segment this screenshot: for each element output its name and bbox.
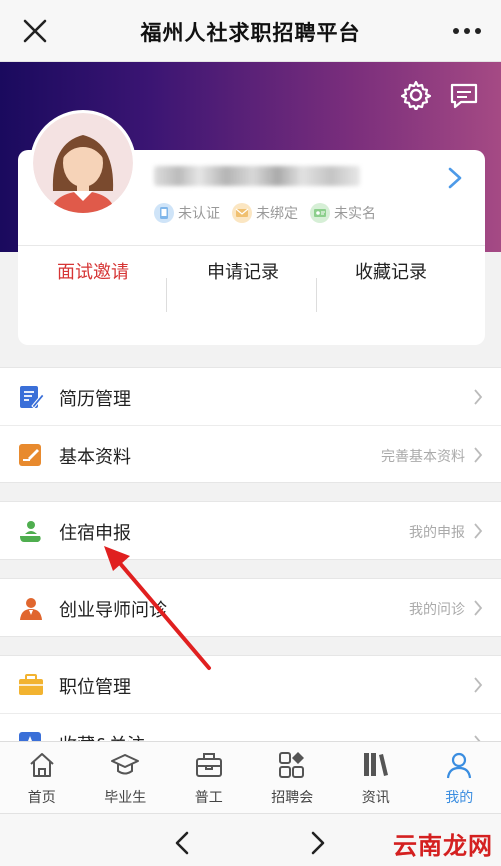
chevron-right-icon: [474, 389, 483, 405]
browser-nav-bar: 云南龙网: [0, 813, 501, 866]
tab-home[interactable]: 首页: [0, 742, 84, 813]
menu-label: 住宿申报: [59, 523, 131, 544]
menu-hint: 我的申报: [409, 525, 465, 541]
menu-label: 创业导师问诊: [59, 600, 167, 621]
menu-item-position-management[interactable]: 职位管理: [0, 656, 501, 713]
stat-application-records[interactable]: 申请记录: [168, 258, 318, 284]
tab-label: 首页: [27, 790, 56, 806]
menu-label: 基本资料: [59, 447, 131, 468]
menu-label: 职位管理: [59, 677, 131, 698]
card-divider: [18, 245, 485, 246]
settings-gear-icon[interactable]: [401, 80, 431, 110]
badge-label: 未绑定: [256, 206, 298, 222]
chevron-right-icon: [474, 523, 483, 539]
tab-label: 招聘会: [271, 790, 314, 806]
tab-label: 我的: [445, 790, 474, 806]
menu-item-accommodation-declaration[interactable]: 住宿申报 我的申报: [0, 502, 501, 559]
chevron-right-icon: [474, 677, 483, 693]
badge-label: 未实名: [334, 206, 376, 222]
tab-label: 资讯: [361, 790, 390, 806]
briefcase-icon: [19, 674, 43, 695]
toolbox-icon: [195, 753, 222, 777]
menu-label: 简历管理: [59, 389, 131, 410]
tab-graduates[interactable]: 毕业生: [84, 742, 168, 813]
menu-group-profile: 简历管理 基本资料 完善基本资料: [0, 367, 501, 483]
badge-certification[interactable]: 未认证: [154, 203, 220, 223]
tab-label: 毕业生: [104, 790, 147, 806]
chevron-right-icon[interactable]: [447, 166, 463, 190]
bottom-tab-bar: 首页 毕业生 普工 招聘会 资讯 我的: [0, 741, 501, 813]
avatar[interactable]: [30, 110, 136, 216]
person-icon: [447, 752, 472, 779]
home-icon: [30, 753, 54, 777]
chevron-right-icon: [474, 447, 483, 463]
phone-icon: [154, 203, 174, 223]
menu-item-startup-mentor[interactable]: 创业导师问诊 我的问诊: [0, 579, 501, 636]
edit-icon: [19, 444, 41, 466]
user-name-blurred: [154, 166, 360, 186]
title-bar: 福州人社求职招聘平台: [0, 0, 501, 62]
watermark: 云南龙网: [393, 831, 493, 860]
stat-interview-invites[interactable]: 面试邀请: [18, 258, 168, 284]
books-icon: [363, 753, 388, 776]
tab-general-workers[interactable]: 普工: [167, 742, 251, 813]
menu-hint: 完善基本资料: [381, 449, 465, 465]
forward-icon[interactable]: [308, 830, 328, 856]
graduate-cap-icon: [111, 754, 140, 775]
tab-label: 普工: [194, 790, 223, 806]
mentor-icon: [20, 598, 42, 620]
badge-realname[interactable]: 未实名: [310, 203, 376, 223]
page-title: 福州人社求职招聘平台: [140, 21, 361, 45]
menu-item-basic-info[interactable]: 基本资料 完善基本资料: [0, 425, 501, 482]
id-card-icon: [310, 203, 330, 223]
tab-news[interactable]: 资讯: [334, 742, 418, 813]
menu-group-mentor: 创业导师问诊 我的问诊: [0, 578, 501, 637]
stat-divider: [166, 278, 167, 312]
badge-binding[interactable]: 未绑定: [232, 203, 298, 223]
back-icon[interactable]: [172, 830, 192, 856]
menu-hint: 我的问诊: [409, 602, 465, 618]
chevron-right-icon: [474, 600, 483, 616]
tab-job-fair[interactable]: 招聘会: [251, 742, 335, 813]
accommodation-icon: [20, 521, 41, 542]
badge-label: 未认证: [178, 206, 220, 222]
menu-item-resume[interactable]: 简历管理: [0, 368, 501, 425]
verification-badges: 未认证 未绑定 未实名: [154, 203, 376, 223]
menu-group-accommodation: 住宿申报 我的申报: [0, 501, 501, 560]
more-icon[interactable]: [451, 20, 483, 42]
resume-icon: [20, 386, 44, 409]
record-stats: 面试邀请 申请记录 收藏记录: [18, 258, 485, 318]
tab-mine[interactable]: 我的: [418, 742, 501, 813]
stat-favorite-records[interactable]: 收藏记录: [316, 258, 466, 284]
mail-icon: [232, 203, 252, 223]
grid-icon: [279, 752, 305, 778]
message-icon[interactable]: [449, 82, 479, 110]
